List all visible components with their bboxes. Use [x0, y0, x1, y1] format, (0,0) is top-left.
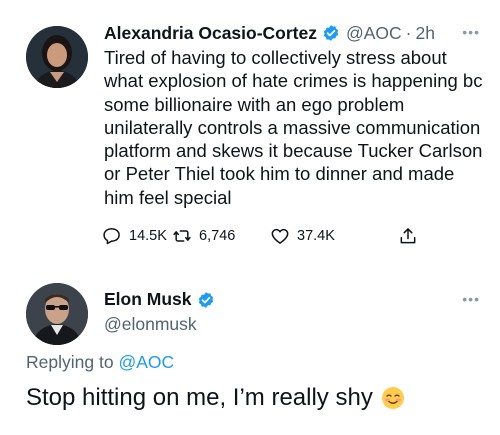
- reply-header: Elon Musk: [104, 289, 215, 310]
- separator-dot: ·: [405, 22, 412, 43]
- share-icon: [400, 228, 416, 244]
- aoc-avatar[interactable]: [26, 26, 88, 88]
- author-name[interactable]: Alexandria Ocasio-Cortez: [104, 23, 317, 44]
- avatar-image-icon: [26, 283, 88, 345]
- more-options-icon[interactable]: •••: [462, 24, 480, 40]
- like-button[interactable]: 37.4K: [270, 226, 335, 246]
- retweet-icon: [173, 230, 191, 242]
- verified-badge-icon: [322, 24, 340, 42]
- avatar-image-icon: [26, 26, 88, 88]
- replying-to-mention[interactable]: @AOC: [118, 352, 174, 372]
- reply-author-handle[interactable]: @elonmusk: [104, 314, 197, 335]
- share-button[interactable]: [398, 226, 425, 246]
- verified-badge-icon: [197, 291, 215, 309]
- author-handle[interactable]: @AOC: [346, 23, 402, 44]
- reply-tweet-text: Stop hitting on me, I’m really shy: [26, 384, 405, 412]
- reply-button[interactable]: 14.5K: [102, 226, 167, 246]
- elon-avatar[interactable]: [26, 283, 88, 345]
- like-count: 37.4K: [297, 228, 335, 244]
- reply-count: 14.5K: [129, 228, 167, 244]
- heart-icon: [271, 228, 289, 244]
- reply-author-name[interactable]: Elon Musk: [104, 289, 192, 310]
- retweet-count: 6,746: [199, 228, 236, 244]
- tweet-timestamp[interactable]: 2h: [416, 23, 435, 44]
- smiling-blushing-face-icon: [381, 386, 405, 410]
- replying-to-line: Replying to @AOC: [26, 352, 174, 373]
- reply-text: Stop hitting on me, I’m really shy: [26, 384, 373, 411]
- more-options-icon[interactable]: •••: [462, 291, 480, 307]
- replying-to-label: Replying to: [26, 352, 114, 372]
- retweet-button[interactable]: 6,746: [172, 226, 235, 246]
- tweet-actions: 14.5K 6,746 37.4K: [100, 226, 430, 250]
- original-tweet: Alexandria Ocasio-Cortez @AOC · 2h ••• T…: [0, 0, 500, 270]
- tweet-header: Alexandria Ocasio-Cortez @AOC · 2h: [104, 20, 435, 46]
- tweet-text: Tired of having to collectively stress a…: [104, 47, 483, 208]
- reply-icon: [103, 228, 120, 245]
